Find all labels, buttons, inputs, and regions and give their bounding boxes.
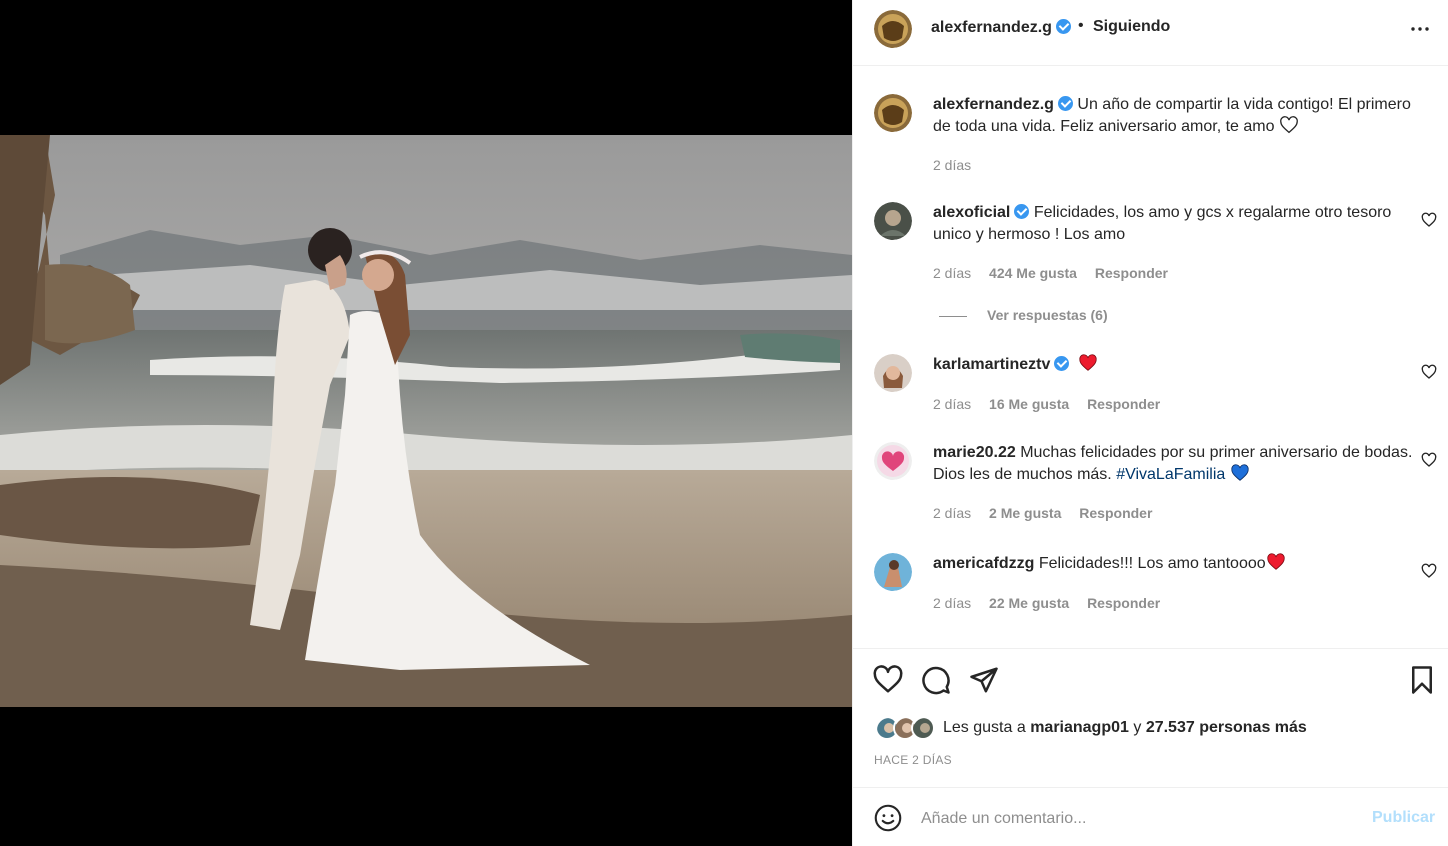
white-heart-emoji-icon — [1280, 116, 1298, 134]
post-header: alexfernandez.g • Siguiendo — [853, 0, 1448, 66]
comment-body: Felicidades!!! Los amo tantoooo — [1038, 555, 1266, 572]
verified-badge-icon — [1055, 19, 1071, 34]
comment-meta: 2 días 424 Me gusta Responder — [933, 265, 1182, 281]
liker-username-link[interactable]: marianagp01 — [1030, 719, 1129, 736]
comment-text: karlamartineztv — [933, 354, 1431, 376]
comment-time[interactable]: 2 días — [933, 265, 971, 281]
caption-time[interactable]: 2 días — [933, 157, 971, 173]
view-replies-button[interactable]: Ver respuestas (6) — [939, 307, 1108, 323]
comment-input[interactable] — [921, 802, 1341, 836]
author-username-link[interactable]: alexfernandez.g — [931, 19, 1071, 37]
comment-text: alexoficial Felicidades, los amo y gcs x… — [933, 202, 1431, 246]
comment-likes[interactable]: 424 Me gusta — [989, 265, 1077, 281]
comment-likes[interactable]: 16 Me gusta — [989, 396, 1069, 412]
likes-prefix: Les gusta a — [943, 719, 1026, 736]
publish-button[interactable]: Publicar — [1372, 809, 1435, 827]
comment-time[interactable]: 2 días — [933, 505, 971, 521]
comment-text: marie20.22 Muchas felicidades por su pri… — [933, 442, 1431, 486]
comment-icon[interactable] — [921, 665, 951, 695]
view-replies-label: Ver respuestas (6) — [987, 307, 1108, 323]
caption-username[interactable]: alexfernandez.g — [933, 96, 1054, 113]
reply-button[interactable]: Responder — [1095, 265, 1168, 281]
comments-list[interactable]: alexfernandez.g Un año de compartir la v… — [853, 66, 1448, 649]
caption-author-avatar[interactable] — [874, 94, 912, 132]
commenter-avatar[interactable] — [874, 202, 912, 240]
reply-button[interactable]: Responder — [1087, 396, 1160, 412]
post-photo[interactable] — [0, 135, 852, 707]
comment-likes[interactable]: 2 Me gusta — [989, 505, 1061, 521]
comment-like-heart-icon[interactable] — [1421, 212, 1437, 228]
hashtag-link[interactable]: #VivaLaFamilia — [1116, 466, 1225, 483]
commenter-avatar[interactable] — [874, 442, 912, 480]
commenter-username[interactable]: karlamartineztv — [933, 356, 1050, 373]
blue-heart-emoji-icon — [1231, 464, 1249, 481]
red-heart-emoji-icon — [1079, 354, 1097, 371]
commenter-avatar[interactable] — [874, 354, 912, 392]
author-avatar[interactable] — [874, 10, 912, 48]
commenter-username[interactable]: marie20.22 — [933, 444, 1016, 461]
likes-text: Les gusta a marianagp01 y 27.537 persona… — [943, 719, 1307, 737]
add-comment-bar: Publicar — [853, 787, 1448, 846]
following-button[interactable]: Siguiendo — [1093, 18, 1170, 36]
comment-like-heart-icon[interactable] — [1421, 452, 1437, 468]
verified-badge-icon — [1014, 204, 1030, 219]
post-media — [0, 0, 852, 846]
post-side-panel: alexfernandez.g • Siguiendo alexfernande… — [852, 0, 1448, 846]
like-heart-icon[interactable] — [873, 665, 903, 695]
comment-likes[interactable]: 22 Me gusta — [989, 595, 1069, 611]
comment-time[interactable]: 2 días — [933, 396, 971, 412]
caption-meta: 2 días — [933, 157, 985, 173]
caption-text: alexfernandez.g Un año de compartir la v… — [933, 94, 1431, 138]
author-username[interactable]: alexfernandez.g — [931, 19, 1052, 36]
red-heart-emoji-icon — [1267, 553, 1285, 570]
commenter-avatar[interactable] — [874, 553, 912, 591]
commenter-username[interactable]: alexoficial — [933, 204, 1010, 221]
comment-like-heart-icon[interactable] — [1421, 364, 1437, 380]
replies-line — [939, 315, 967, 317]
more-options-icon[interactable] — [1408, 17, 1432, 41]
comment-meta: 2 días 2 Me gusta Responder — [933, 505, 1166, 521]
post-timestamp[interactable]: HACE 2 DÍAS — [874, 753, 952, 767]
post-actions-bar — [853, 660, 1448, 700]
wedding-beach-photo — [0, 135, 852, 707]
reply-button[interactable]: Responder — [1079, 505, 1152, 521]
likes-others-link[interactable]: 27.537 personas más — [1146, 719, 1307, 736]
comment-meta: 2 días 22 Me gusta Responder — [933, 595, 1174, 611]
save-bookmark-icon[interactable] — [1407, 665, 1437, 695]
comment-text: americafdzzg Felicidades!!! Los amo tant… — [933, 553, 1431, 575]
comment-like-heart-icon[interactable] — [1421, 563, 1437, 579]
reply-button[interactable]: Responder — [1087, 595, 1160, 611]
verified-badge-icon — [1057, 96, 1073, 111]
verified-badge-icon — [1054, 356, 1070, 371]
share-paper-plane-icon[interactable] — [969, 665, 999, 695]
liker-avatar[interactable] — [911, 716, 935, 740]
likes-conj: y — [1133, 719, 1142, 736]
emoji-smiley-icon[interactable] — [874, 804, 902, 832]
separator-dot: • — [1078, 17, 1084, 34]
comment-time[interactable]: 2 días — [933, 595, 971, 611]
likes-summary: Les gusta a marianagp01 y 27.537 persona… — [875, 716, 1435, 740]
commenter-username[interactable]: americafdzzg — [933, 555, 1034, 572]
comment-meta: 2 días 16 Me gusta Responder — [933, 396, 1174, 412]
